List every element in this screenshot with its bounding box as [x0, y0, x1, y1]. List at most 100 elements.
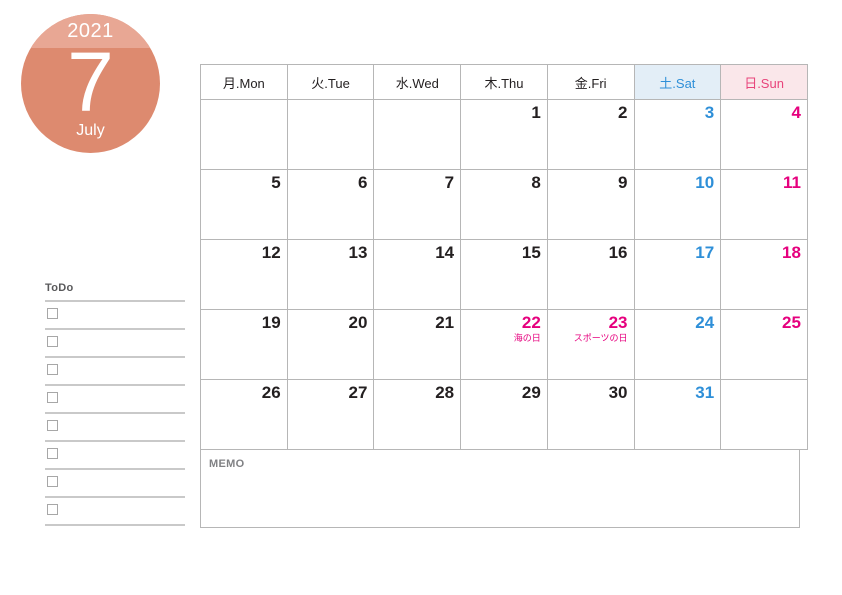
weekday-header-2: 水.Wed — [373, 64, 462, 100]
day-cell-14[interactable]: 14 — [373, 239, 462, 310]
day-number: 13 — [348, 243, 368, 262]
day-cell-empty[interactable] — [720, 379, 808, 450]
todo-item[interactable] — [45, 386, 185, 412]
day-cell-16[interactable]: 16 — [546, 239, 635, 310]
day-cell-24[interactable]: 24 — [633, 309, 722, 380]
day-cell-2[interactable]: 2 — [546, 99, 635, 170]
day-number: 11 — [782, 173, 801, 192]
day-number: 12 — [261, 243, 281, 262]
weekday-header-0: 月.Mon — [200, 64, 288, 100]
day-cell-21[interactable]: 21 — [373, 309, 462, 380]
todo-item[interactable] — [45, 442, 185, 468]
day-number: 18 — [782, 243, 801, 262]
todo-checkbox[interactable] — [47, 448, 58, 459]
day-cell-empty[interactable] — [200, 99, 288, 170]
day-cell-3[interactable]: 3 — [633, 99, 722, 170]
weekday-header-5: 土.Sat — [633, 64, 722, 100]
day-number: 5 — [271, 173, 281, 192]
day-cell-12[interactable]: 12 — [200, 239, 288, 310]
day-cell-11[interactable]: 11 — [720, 169, 808, 240]
day-number: 14 — [435, 243, 455, 262]
day-cell-31[interactable]: 31 — [633, 379, 722, 450]
day-cell-8[interactable]: 8 — [460, 169, 548, 240]
day-cell-30[interactable]: 30 — [546, 379, 635, 450]
todo-item[interactable] — [45, 302, 185, 328]
day-number: 30 — [608, 383, 628, 402]
day-cell-1[interactable]: 1 — [460, 99, 548, 170]
day-number: 23 — [608, 313, 628, 332]
todo-checkbox[interactable] — [47, 504, 58, 515]
todo-checkbox[interactable] — [47, 392, 58, 403]
day-cell-28[interactable]: 28 — [373, 379, 462, 450]
day-cell-20[interactable]: 20 — [286, 309, 375, 380]
day-number: 1 — [531, 103, 541, 122]
todo-checkbox[interactable] — [47, 336, 58, 347]
calendar-week-row: 19 20 21 22 海の日 23 スポーツの日 24 25 — [200, 309, 808, 380]
day-number: 19 — [261, 313, 281, 332]
todo-checkbox[interactable] — [47, 420, 58, 431]
day-number: 8 — [531, 173, 541, 192]
todo-item[interactable] — [45, 330, 185, 356]
day-cell-7[interactable]: 7 — [373, 169, 462, 240]
todo-item[interactable] — [45, 470, 185, 496]
day-number: 29 — [521, 383, 541, 402]
day-cell-27[interactable]: 27 — [286, 379, 375, 450]
day-number: 21 — [435, 313, 455, 332]
month-badge: 2021 7 July — [21, 14, 160, 153]
day-cell-25[interactable]: 25 — [720, 309, 808, 380]
day-number: 6 — [357, 173, 368, 192]
memo-box[interactable]: MEMO — [200, 449, 800, 528]
day-number: 27 — [348, 383, 368, 402]
day-number: 9 — [618, 173, 628, 192]
todo-item[interactable] — [45, 498, 185, 524]
day-number: 28 — [435, 383, 455, 402]
calendar-header-row: 月.Mon 火.Tue 水.Wed 木.Thu 金.Fri 土.Sat 日.Sun — [200, 64, 808, 100]
day-cell-empty[interactable] — [286, 99, 375, 170]
day-number: 7 — [444, 173, 455, 192]
todo-checkbox[interactable] — [47, 364, 58, 375]
day-number: 24 — [695, 313, 715, 332]
day-cell-19[interactable]: 19 — [200, 309, 288, 380]
calendar-body: 1 2 3 4 5 6 7 8 9 10 11 12 13 14 15 16 17 18 19 20 21 22 海の日 23… — [200, 99, 808, 450]
day-cell-5[interactable]: 5 — [200, 169, 288, 240]
day-number: 3 — [704, 103, 715, 122]
badge-month-name: July — [76, 122, 105, 139]
weekday-header-6: 日.Sun — [720, 64, 808, 100]
calendar-week-row: 26 27 28 29 30 31 — [200, 379, 808, 450]
day-cell-empty[interactable] — [373, 99, 462, 170]
calendar-week-row: 5 6 7 8 9 10 11 — [200, 169, 808, 240]
day-cell-22[interactable]: 22 海の日 — [460, 309, 548, 380]
day-cell-29[interactable]: 29 — [460, 379, 548, 450]
day-number: 20 — [348, 313, 368, 332]
day-cell-26[interactable]: 26 — [200, 379, 288, 450]
todo-item[interactable] — [45, 358, 185, 384]
day-cell-17[interactable]: 17 — [633, 239, 722, 310]
day-cell-18[interactable]: 18 — [720, 239, 808, 310]
day-cell-4[interactable]: 4 — [720, 99, 808, 170]
day-number: 16 — [608, 243, 628, 262]
day-cell-15[interactable]: 15 — [460, 239, 548, 310]
day-cell-10[interactable]: 10 — [633, 169, 722, 240]
day-number: 31 — [695, 383, 715, 402]
day-number: 10 — [695, 173, 715, 192]
day-number: 17 — [695, 243, 715, 262]
day-number: 15 — [521, 243, 541, 262]
day-number: 2 — [618, 103, 628, 122]
calendar-week-row: 1 2 3 4 — [200, 99, 808, 170]
weekday-header-4: 金.Fri — [546, 64, 635, 100]
todo-item[interactable] — [45, 414, 185, 440]
weekday-header-1: 火.Tue — [286, 64, 375, 100]
todo-rule — [45, 524, 185, 526]
day-cell-13[interactable]: 13 — [286, 239, 375, 310]
day-cell-23[interactable]: 23 スポーツの日 — [546, 309, 635, 380]
todo-title: ToDo — [45, 282, 74, 294]
todo-checkbox[interactable] — [47, 476, 58, 487]
day-cell-6[interactable]: 6 — [286, 169, 375, 240]
weekday-header-3: 木.Thu — [460, 64, 548, 100]
todo-checkbox[interactable] — [47, 308, 58, 319]
todo-list — [45, 300, 185, 526]
badge-month-number: 7 — [67, 35, 114, 129]
day-number: 4 — [791, 103, 801, 122]
day-cell-9[interactable]: 9 — [546, 169, 635, 240]
calendar-grid: 月.Mon 火.Tue 水.Wed 木.Thu 金.Fri 土.Sat 日.Sun 1234… — [200, 64, 808, 450]
